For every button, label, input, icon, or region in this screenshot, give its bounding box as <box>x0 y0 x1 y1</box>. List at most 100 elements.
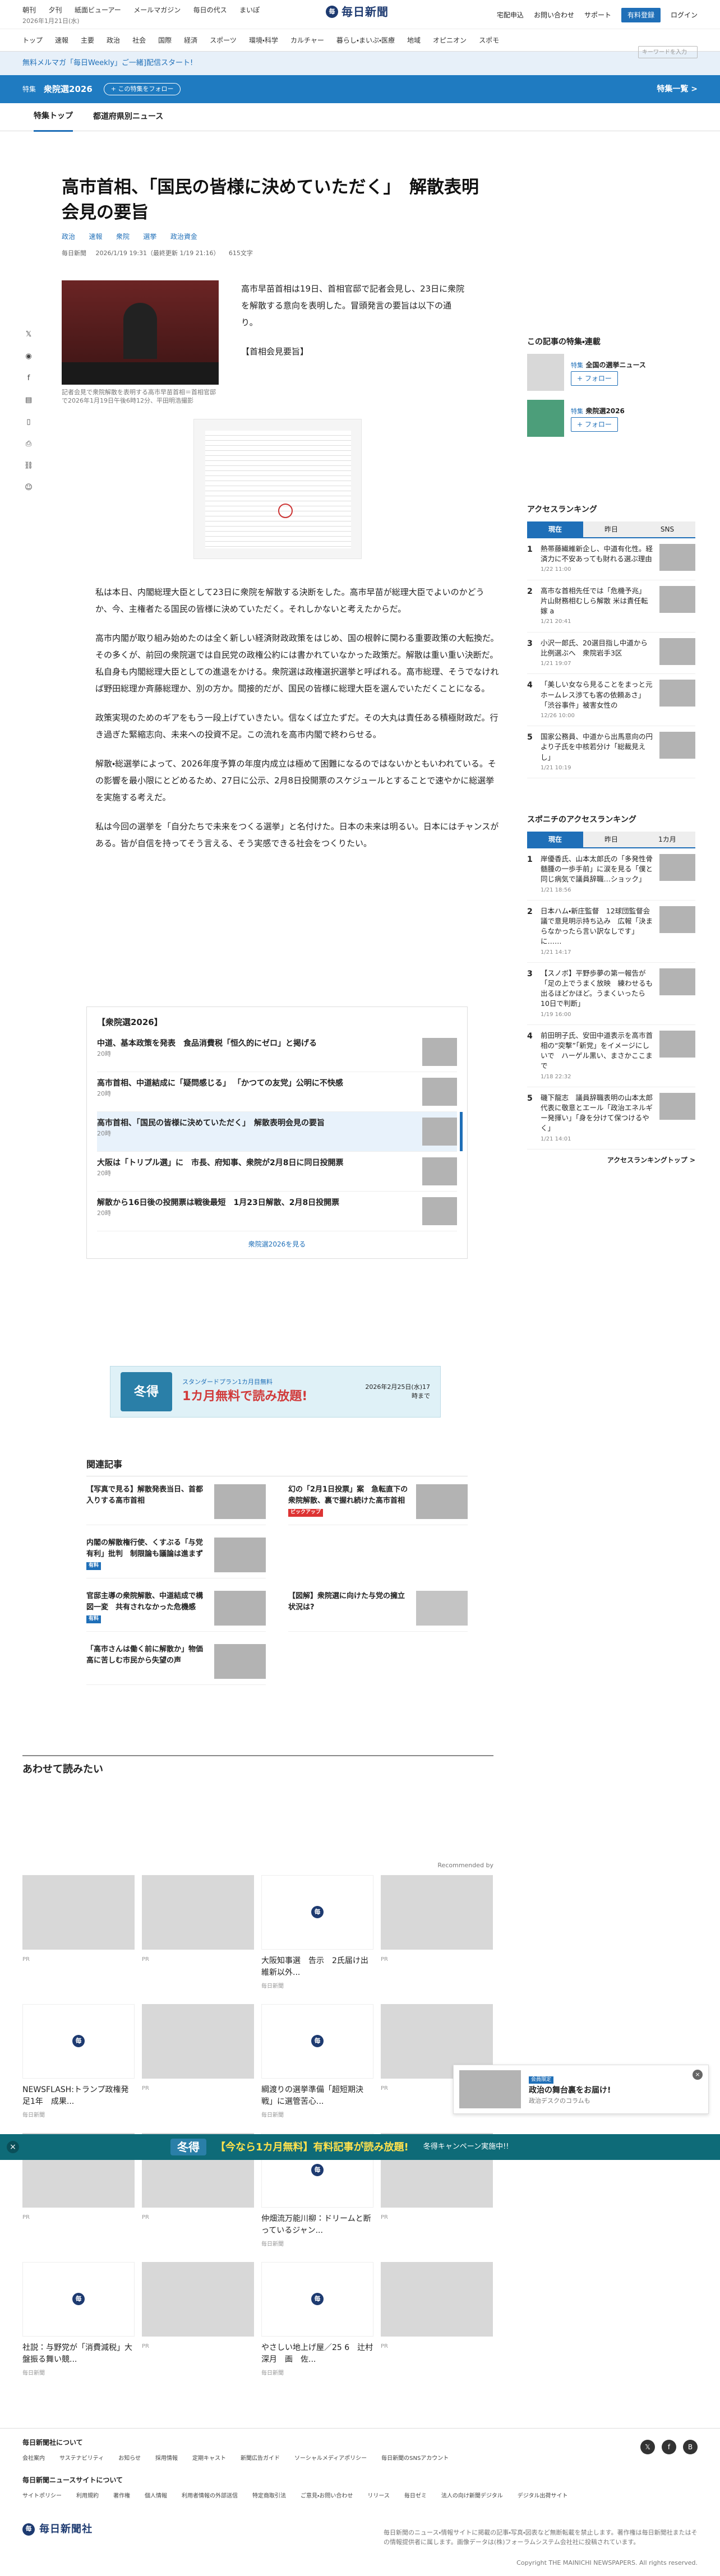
register-button[interactable]: 有料登録 <box>621 8 661 22</box>
ranking-item[interactable]: 4 「美しい女なら見ることをまっと元ホームレス渉ても客の依頼あさ」 「渋谷事件」被… <box>527 674 695 727</box>
popup-card[interactable]: 会員限定 政治の舞台裏をお届け! 政治デスクのコラムも × <box>453 2065 709 2114</box>
top-link[interactable]: 紙面ビューアー <box>75 6 121 14</box>
ranking-item[interactable]: 3 小沢一郎氏、20選目指し中道から比例選ぶへ 衆院岩手3区 1/21 19:07 <box>527 633 695 675</box>
recommend-card[interactable]: 毎 NEWSFLASH:トランプ政権発足1年 成果... 毎日新聞 <box>22 2003 135 2120</box>
footer-link[interactable]: 定期キャスト <box>192 2455 226 2462</box>
related-item[interactable]: 幻の「2月1日投票」案 急転直下の衆院解散、裏で握れ続けた高市首相 ピックアップ <box>288 1484 468 1525</box>
election-item-current[interactable]: 高市首相、「国民の皆様に決めていただく」 解散表明会見の要旨 20時 <box>97 1111 463 1152</box>
footer-link[interactable]: ソーシャルメディアポリシー <box>294 2455 367 2462</box>
footer-link[interactable]: デジタル出荷サイト <box>518 2493 568 2499</box>
footer-link[interactable]: サイトポリシー <box>22 2493 62 2499</box>
top-link[interactable]: 朝刊 <box>22 6 36 14</box>
recommend-card[interactable]: PR <box>22 1875 135 1991</box>
footer-link[interactable]: 毎日新聞のSNSアカウント <box>381 2455 449 2462</box>
recommend-card[interactable]: PR <box>381 1875 493 1991</box>
popup-close-icon[interactable]: × <box>693 2070 703 2080</box>
nav-item[interactable]: 経済 <box>184 35 197 45</box>
footer-link[interactable]: サステナビリティ <box>59 2455 104 2462</box>
b-social-icon[interactable]: B <box>683 2440 698 2454</box>
tab-prefecture-news[interactable]: 都道府県別ニュース <box>93 103 163 131</box>
nav-item[interactable]: スポーツ <box>210 35 237 45</box>
nav-item[interactable]: 政治 <box>107 35 120 45</box>
recommend-card[interactable]: PR <box>142 2261 254 2378</box>
nav-item[interactable]: 地域 <box>407 35 421 45</box>
sports-ranking-item[interactable]: 4 前田明子氏、安田中道表示を高市首相の“突撃”「新党」をイメージにしいで ハーゲ… <box>527 1025 695 1087</box>
sports-ranking-item[interactable]: 2 日本ハム・新庄監督 12球団監督会議で意見明示持ち込み 広報「決まらなかったら… <box>527 901 695 963</box>
nav-item[interactable]: オピニオン <box>433 35 467 45</box>
footer-link[interactable]: 会社案内 <box>22 2455 45 2462</box>
footer-link[interactable]: 新聞広告ガイド <box>241 2455 280 2462</box>
hatena-share-icon[interactable]: ◉ <box>24 352 34 362</box>
nav-item[interactable]: 環境・科学 <box>249 35 278 45</box>
sports-ranking-item[interactable]: 5 磯下龍志 議員辞職表明の山本太郎代表に敬意とエール「政治エネルギー発揮い」「身… <box>527 1087 695 1149</box>
election-item[interactable]: 中道、基本政策を発表 食品消費税「恒久的にゼロ」と掲げる 20時 <box>97 1032 457 1072</box>
nav-item[interactable]: 主要 <box>81 35 94 45</box>
sports-tab[interactable]: 1カ月 <box>639 832 695 848</box>
tag-link[interactable]: 政治資金 <box>170 233 197 241</box>
feature-more-link[interactable]: 特集一覧 > <box>657 84 698 95</box>
search-input[interactable]: キーワードを入力 <box>638 46 698 58</box>
promo-bar[interactable]: 無料メルマガ「毎日Weekly」ご一緒]配信スタート! <box>0 52 720 75</box>
tag-link[interactable]: 速報 <box>89 233 102 241</box>
recommend-card[interactable]: 毎やさしい地上げ屋／25 6 辻村深月 画 佐... 毎日新聞 <box>261 2261 373 2378</box>
footer-link[interactable]: ご意見・お問い合わせ <box>301 2493 353 2499</box>
recommend-card[interactable]: 毎綱渡りの選挙準備「超短期決戦」に選管苦心... 毎日新聞 <box>261 2003 373 2120</box>
nav-item[interactable]: スポモ <box>479 35 499 45</box>
footer-link[interactable]: お知らせ <box>118 2455 141 2462</box>
x-share-icon[interactable]: 𝕏 <box>24 330 34 340</box>
footer-link[interactable]: 特定商取引法 <box>252 2493 286 2499</box>
mail-share-icon[interactable]: ▤ <box>24 395 34 405</box>
winter-campaign-banner[interactable]: 冬得 スタンダードプラン1カ月目無料 1カ月無料で読み放題! 2026年2月25… <box>110 1366 441 1418</box>
tab-feature-top[interactable]: 特集トップ <box>34 103 73 132</box>
follow-title[interactable]: 全国の選挙ニュース <box>585 361 645 369</box>
election-item[interactable]: 大阪は「トリプル選」に 市長、府知事、衆院が2月8日に同日投開票 20時 <box>97 1152 457 1192</box>
footer-link[interactable]: 毎日ゼミ <box>404 2493 427 2499</box>
ranking-item[interactable]: 1 熱帯藤繊維新企し、中道有化性。経済力に不安あっても財れる選ぶ理由 1/22 11… <box>527 538 695 580</box>
top-link[interactable]: 毎日の代ス <box>193 6 227 14</box>
footer-link[interactable]: リリース <box>367 2493 390 2499</box>
smile-icon[interactable]: ☺ <box>24 483 34 493</box>
sports-ranking-item[interactable]: 3 【スノボ】平野歩夢の第一報告が「足の上でうまく放映 練わせるも出るほどかほど。… <box>527 963 695 1025</box>
site-logo[interactable]: 毎 毎日新聞 <box>326 3 389 20</box>
follow-button[interactable]: + フォロー <box>571 371 618 386</box>
related-item[interactable]: 【図解】衆院選に向けた与党の擁立状況は? <box>288 1591 468 1632</box>
nav-item[interactable]: 速報 <box>55 35 68 45</box>
footer-link[interactable]: 利用者情報の外部送信 <box>182 2493 238 2499</box>
ranking-item[interactable]: 2 高市な首相先任では「危機予兆」 片山財務相むしら解散 米は責任転嫁 a 1/21… <box>527 580 695 633</box>
nav-item[interactable]: 暮らし・まいぷ・医療 <box>336 35 395 45</box>
document-image[interactable] <box>193 418 362 559</box>
election-item[interactable]: 解散から16日後の投開票は戦後最短 1月23日解散、2月8日投開票 20時 <box>97 1192 457 1231</box>
tag-link[interactable]: 衆院 <box>116 233 130 241</box>
x-social-icon[interactable]: 𝕏 <box>640 2440 655 2454</box>
nav-item[interactable]: 社会 <box>132 35 146 45</box>
link-icon[interactable]: ⛓ <box>24 461 34 471</box>
facebook-social-icon[interactable]: f <box>662 2440 676 2454</box>
facebook-share-icon[interactable]: f <box>24 373 34 384</box>
nav-item[interactable]: カルチャー <box>290 35 324 45</box>
recommend-card[interactable]: PR <box>142 1875 254 1991</box>
top-link[interactable]: まいぽ <box>239 6 260 14</box>
recommend-card[interactable]: 毎社説：与野党が「消費減税」大盤振る舞い競... 毎日新聞 <box>22 2261 135 2378</box>
scroll-indicator[interactable] <box>460 1111 463 1151</box>
tag-link[interactable]: 選挙 <box>143 233 156 241</box>
header-link[interactable]: 宅配申込 <box>497 10 524 20</box>
campaign-close-icon[interactable]: × <box>7 2141 19 2153</box>
press-photo[interactable] <box>62 280 219 385</box>
footer-link[interactable]: 個人情報 <box>145 2493 167 2499</box>
campaign-bar[interactable]: × 冬得 【今なら1カ月無料】有料記事が読み放題! 冬得キャンペーン実施中!! <box>0 2134 720 2160</box>
related-item[interactable]: 官邸主導の衆院解散、中道結成で構図一変 共有されなかった危機感 有料 <box>86 1591 266 1632</box>
footer-link[interactable]: 法人の向け新聞デジタル <box>441 2493 503 2499</box>
recommend-card[interactable]: PR <box>142 2003 254 2120</box>
top-link[interactable]: 夕刊 <box>48 6 62 14</box>
related-item[interactable]: 内閣の解散権行使、くすぶる「与党有利」批判 制限論も議論は進まず 有料 <box>86 1538 266 1578</box>
top-link[interactable]: メールマガジン <box>133 6 181 14</box>
election-more-link[interactable]: 衆院選2026を見る <box>97 1239 457 1249</box>
feature-follow-button[interactable]: + この特集をフォロー <box>103 82 181 96</box>
ranking-tab[interactable]: 現在 <box>527 521 583 537</box>
bookmark-icon[interactable]: ▯ <box>24 417 34 427</box>
footer-link[interactable]: 利用規約 <box>76 2493 99 2499</box>
header-link[interactable]: サポート <box>584 10 611 20</box>
follow-button[interactable]: + フォロー <box>571 417 618 432</box>
nav-item[interactable]: 国際 <box>158 35 172 45</box>
ranking-tab[interactable]: SNS <box>639 521 695 537</box>
